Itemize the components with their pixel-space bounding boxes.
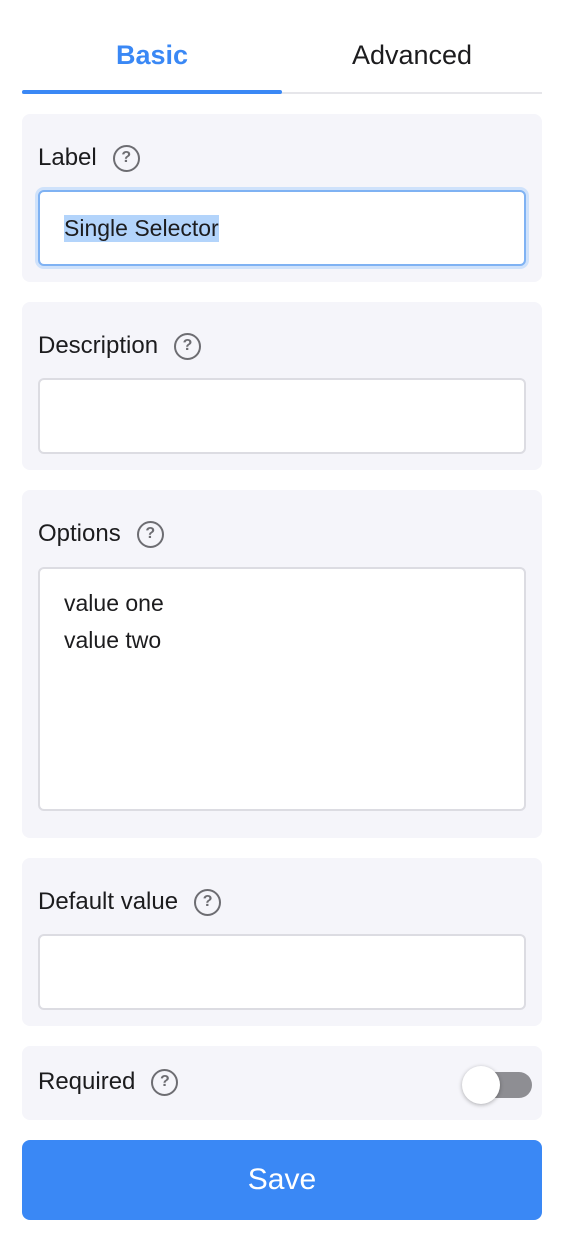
label-field-text: Label <box>38 144 97 171</box>
option-line: value one <box>64 590 164 616</box>
default-value-input[interactable] <box>38 934 526 1010</box>
default-value-section: Default value ? <box>22 858 542 1026</box>
help-icon[interactable]: ? <box>112 144 140 172</box>
label-section: Label ? Single Selector <box>22 114 542 282</box>
required-toggle[interactable] <box>462 1066 532 1104</box>
label-input-value: Single Selector <box>64 214 219 242</box>
tab-bar: Basic Advanced <box>22 0 542 94</box>
description-field-title: Description ? <box>38 332 202 360</box>
label-field-title: Label ? <box>38 144 140 172</box>
toggle-knob <box>462 1066 500 1104</box>
save-button[interactable]: Save <box>22 1140 542 1220</box>
option-line: value two <box>64 627 162 653</box>
options-section: Options ? value one value two <box>22 490 542 838</box>
default-value-field-title: Default value ? <box>38 888 222 916</box>
label-input[interactable]: Single Selector <box>38 190 526 266</box>
options-field-text: Options <box>38 520 121 547</box>
default-value-field-text: Default value <box>38 888 179 915</box>
required-field-text: Required <box>38 1068 136 1095</box>
help-icon[interactable]: ? <box>136 520 164 548</box>
description-section: Description ? <box>22 302 542 470</box>
help-icon[interactable]: ? <box>151 1068 179 1096</box>
tab-advanced[interactable]: Advanced <box>282 0 542 92</box>
options-textarea[interactable]: value one value two <box>38 567 526 811</box>
help-icon[interactable]: ? <box>174 332 202 360</box>
options-field-title: Options ? <box>38 520 164 548</box>
required-field-title: Required ? <box>38 1068 179 1096</box>
description-input[interactable] <box>38 378 526 454</box>
tab-basic[interactable]: Basic <box>22 0 282 94</box>
description-field-text: Description <box>38 332 159 359</box>
required-section: Required ? <box>22 1046 542 1120</box>
help-icon[interactable]: ? <box>194 888 222 916</box>
